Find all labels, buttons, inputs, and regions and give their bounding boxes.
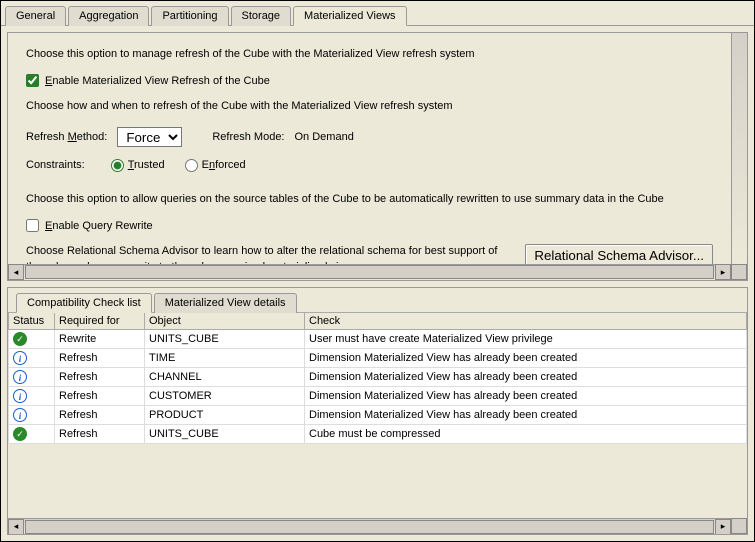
tab-materialized-views[interactable]: Materialized Views	[293, 6, 407, 26]
scroll-right-icon[interactable]: ▸	[715, 519, 731, 535]
cell-check: Cube must be compressed	[305, 424, 747, 443]
compat-grid[interactable]: Status Required for Object Check ✓ Rewrit…	[8, 312, 747, 519]
constraints-trusted-input[interactable]	[111, 159, 124, 172]
intro-text: Choose this option to manage refresh of …	[26, 47, 713, 62]
constraints-enforced-radio[interactable]: Enforced	[185, 159, 246, 172]
howwhen-text: Choose how and when to refresh of the Cu…	[26, 99, 713, 114]
cell-required: Refresh	[55, 348, 145, 367]
table-row[interactable]: i RefreshTIMEDimension Materialized View …	[9, 348, 747, 367]
table-row[interactable]: ✓ RewriteUNITS_CUBEUser must have create …	[9, 329, 747, 348]
cell-required: Refresh	[55, 405, 145, 424]
table-row[interactable]: ✓ RefreshUNITS_CUBECube must be compresse…	[9, 424, 747, 443]
cell-object: PRODUCT	[145, 405, 305, 424]
cell-required: Refresh	[55, 386, 145, 405]
cell-object: CUSTOMER	[145, 386, 305, 405]
tab-general[interactable]: General	[5, 6, 66, 26]
constraints-trusted-radio[interactable]: Trusted	[111, 159, 165, 172]
main-tabstrip: General Aggregation Partitioning Storage…	[1, 1, 754, 26]
info-icon: i	[13, 389, 27, 403]
info-icon: i	[13, 351, 27, 365]
tab-partitioning[interactable]: Partitioning	[151, 6, 228, 26]
col-status[interactable]: Status	[9, 312, 55, 329]
enable-query-rewrite-checkbox[interactable]: Enable Query Rewrite	[26, 219, 713, 232]
check-ok-icon: ✓	[13, 332, 27, 346]
info-icon: i	[13, 370, 27, 384]
scroll-right-icon[interactable]: ▸	[715, 264, 731, 280]
subtab-compat-checklist[interactable]: Compatibility Check list	[16, 293, 152, 313]
scroll-left-icon[interactable]: ◂	[8, 264, 24, 280]
cell-check: Dimension Materialized View has already …	[305, 386, 747, 405]
col-check[interactable]: Check	[305, 312, 747, 329]
enable-mv-refresh-checkbox[interactable]: Enable Materialized View Refresh of the …	[26, 74, 713, 87]
constraints-enforced-input[interactable]	[185, 159, 198, 172]
cell-check: Dimension Materialized View has already …	[305, 405, 747, 424]
cell-object: UNITS_CUBE	[145, 329, 305, 348]
table-row[interactable]: i RefreshPRODUCTDimension Materialized Vi…	[9, 405, 747, 424]
info-icon: i	[13, 408, 27, 422]
constraints-trusted-label: Trusted	[128, 159, 165, 171]
enable-query-rewrite-label: Enable Query Rewrite	[45, 220, 153, 232]
refresh-mode-value: On Demand	[295, 131, 354, 143]
enable-mv-refresh-input[interactable]	[26, 74, 39, 87]
relational-schema-advisor-button[interactable]: Relational Schema Advisor...	[525, 244, 713, 263]
refresh-method-label: Refresh Method:	[26, 131, 107, 143]
scroll-corner	[731, 518, 747, 534]
tab-storage[interactable]: Storage	[231, 6, 292, 26]
upper-vertical-scrollbar[interactable]	[731, 33, 747, 264]
subtab-mv-details[interactable]: Materialized View details	[154, 293, 297, 313]
constraints-label: Constraints:	[26, 159, 85, 171]
tab-aggregation[interactable]: Aggregation	[68, 6, 149, 26]
lower-horizontal-scrollbar[interactable]: ◂ ▸	[8, 518, 731, 534]
table-row[interactable]: i RefreshCHANNELDimension Materialized Vi…	[9, 367, 747, 386]
advisor-text: Choose Relational Schema Advisor to lear…	[26, 244, 515, 263]
cell-required: Refresh	[55, 367, 145, 386]
cell-object: TIME	[145, 348, 305, 367]
refresh-method-select[interactable]: Force	[117, 127, 182, 147]
scroll-corner	[731, 264, 747, 280]
cell-required: Refresh	[55, 424, 145, 443]
results-panel: Compatibility Check list Materialized Vi…	[7, 287, 748, 536]
upper-horizontal-scrollbar[interactable]: ◂ ▸	[8, 264, 731, 280]
table-row[interactable]: i RefreshCUSTOMERDimension Materialized V…	[9, 386, 747, 405]
cell-required: Rewrite	[55, 329, 145, 348]
refresh-mode-label: Refresh Mode:	[212, 131, 284, 143]
enable-query-rewrite-input[interactable]	[26, 219, 39, 232]
scroll-left-icon[interactable]: ◂	[8, 519, 24, 535]
constraints-enforced-label: Enforced	[202, 159, 246, 171]
col-object[interactable]: Object	[145, 312, 305, 329]
mv-panel: Choose this option to manage refresh of …	[7, 32, 748, 281]
enable-mv-refresh-label: Enable Materialized View Refresh of the …	[45, 75, 270, 87]
rewrite-intro-text: Choose this option to allow queries on t…	[26, 192, 713, 207]
check-ok-icon: ✓	[13, 427, 27, 441]
col-required[interactable]: Required for	[55, 312, 145, 329]
cell-object: UNITS_CUBE	[145, 424, 305, 443]
cell-object: CHANNEL	[145, 367, 305, 386]
cell-check: User must have create Materialized View …	[305, 329, 747, 348]
cell-check: Dimension Materialized View has already …	[305, 367, 747, 386]
cell-check: Dimension Materialized View has already …	[305, 348, 747, 367]
